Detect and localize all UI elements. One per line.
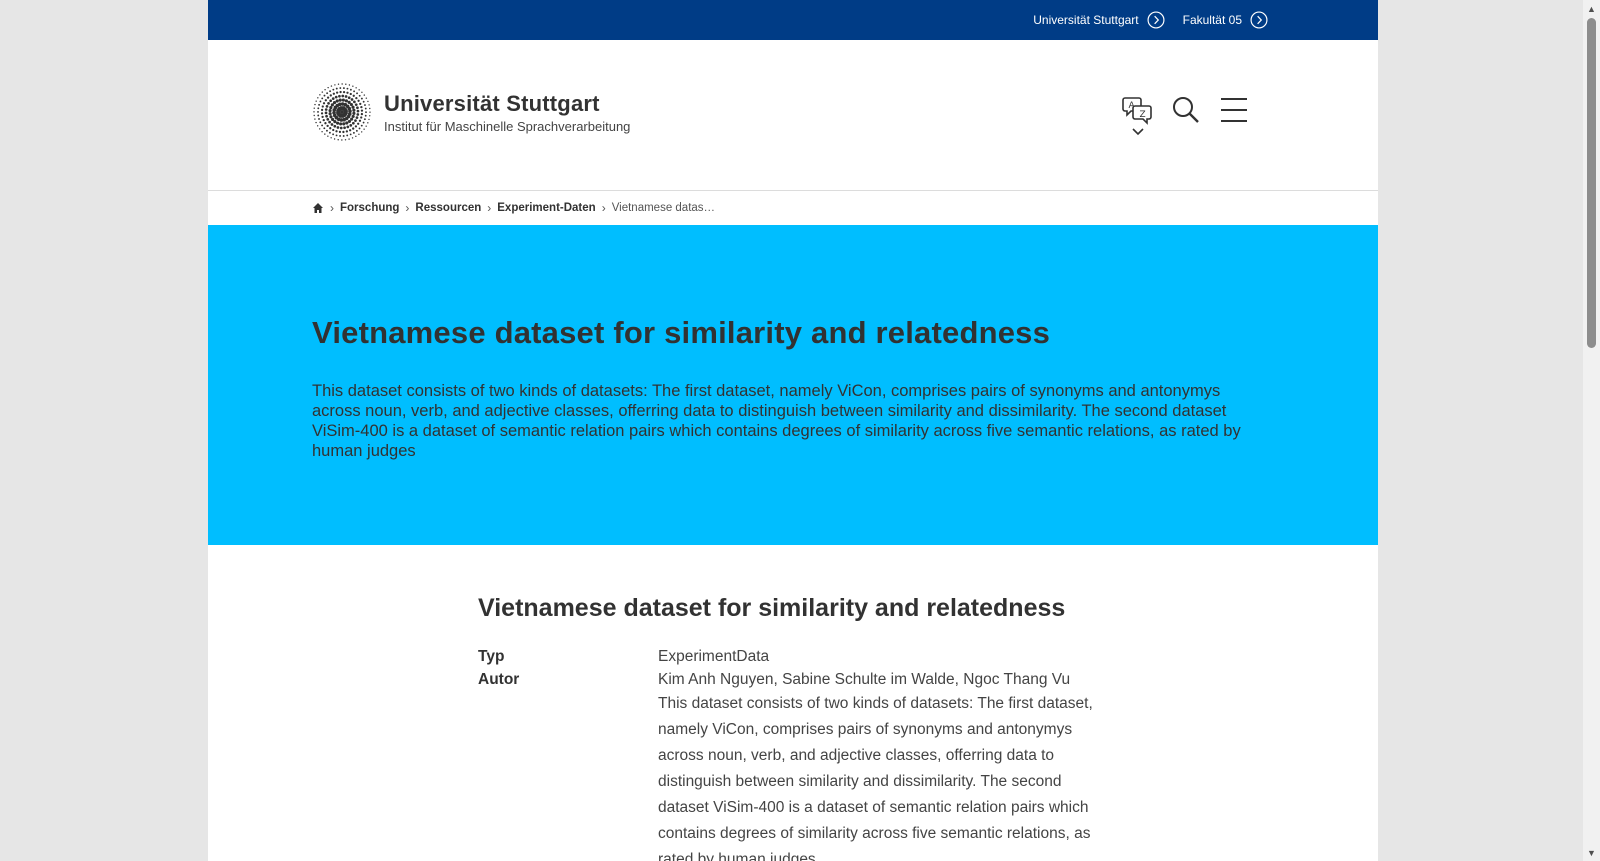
breadcrumb-current: Vietnamese datas… <box>611 202 716 214</box>
arrow-right-circle-icon <box>1147 11 1165 29</box>
breadcrumb: › Forschung › Ressourcen › Experiment-Da… <box>208 191 1378 225</box>
language-icon: A Z <box>1122 97 1152 125</box>
dataset-detail: Vietnamese dataset for similarity and re… <box>478 594 1118 861</box>
hamburger-menu-icon <box>1221 98 1247 122</box>
university-logo[interactable]: Universität Stuttgart Institut für Masch… <box>312 82 630 142</box>
detail-title: Vietnamese dataset for similarity and re… <box>478 594 1066 622</box>
svg-text:Z: Z <box>1140 110 1146 120</box>
hero-banner: Vietnamese dataset for similarity and re… <box>208 225 1378 545</box>
type-label: Typ <box>478 648 505 665</box>
author-value: Kim Anh Nguyen, Sabine Schulte im Walde,… <box>658 671 1071 688</box>
site-header: Universität Stuttgart Institut für Masch… <box>208 40 1378 191</box>
top-bar: Universität Stuttgart Fakultät 05 <box>208 0 1378 40</box>
top-links: Universität Stuttgart Fakultät 05 <box>1033 0 1268 40</box>
logo-text: Universität Stuttgart Institut für Masch… <box>384 91 630 134</box>
breadcrumb-separator: › <box>601 201 606 215</box>
type-value: ExperimentData <box>658 648 770 665</box>
header-actions: A Z <box>1122 94 1250 136</box>
breadcrumb-separator: › <box>330 201 334 215</box>
scrollbar-thumb[interactable] <box>1587 18 1596 348</box>
page: Universität Stuttgart Fakultät 05 Univer… <box>208 0 1378 861</box>
menu-button[interactable] <box>1218 94 1250 128</box>
search-button[interactable] <box>1170 94 1202 128</box>
university-seal-icon <box>313 83 371 141</box>
page-title: Vietnamese dataset for similarity and re… <box>312 315 1051 350</box>
vertical-scrollbar[interactable]: ▲ ▼ <box>1583 0 1600 861</box>
detail-description: This dataset consists of two kinds of da… <box>658 695 1093 861</box>
institute-name: Institut für Maschinelle Sprachverarbeit… <box>384 118 631 134</box>
scroll-up-arrow-icon[interactable]: ▲ <box>1583 0 1600 17</box>
type-row: Typ ExperimentData <box>478 645 1118 668</box>
breadcrumb-item-forschung[interactable]: Forschung <box>340 202 399 214</box>
search-icon <box>1173 97 1199 123</box>
link-label: Fakultät 05 <box>1182 13 1242 27</box>
breadcrumb-item-ressourcen[interactable]: Ressourcen <box>415 202 481 214</box>
university-name: Universität Stuttgart <box>384 90 600 116</box>
hero-description: This dataset consists of two kinds of da… <box>312 382 1241 460</box>
author-label: Autor <box>478 671 520 688</box>
language-button[interactable]: A Z <box>1122 94 1154 136</box>
link-fakultaet-05[interactable]: Fakultät 05 <box>1183 11 1268 29</box>
arrow-right-circle-icon <box>1250 11 1268 29</box>
scroll-down-arrow-icon[interactable]: ▼ <box>1583 844 1600 861</box>
author-row: Autor Kim Anh Nguyen, Sabine Schulte im … <box>478 668 1118 691</box>
link-universitaet-stuttgart[interactable]: Universität Stuttgart <box>1033 11 1165 29</box>
breadcrumb-separator: › <box>405 201 410 215</box>
home-icon[interactable] <box>312 202 324 214</box>
link-label: Universität Stuttgart <box>1033 13 1139 27</box>
chevron-down-icon <box>1132 128 1144 136</box>
breadcrumb-separator: › <box>487 201 492 215</box>
breadcrumb-item-experiment-daten[interactable]: Experiment-Daten <box>497 202 595 214</box>
